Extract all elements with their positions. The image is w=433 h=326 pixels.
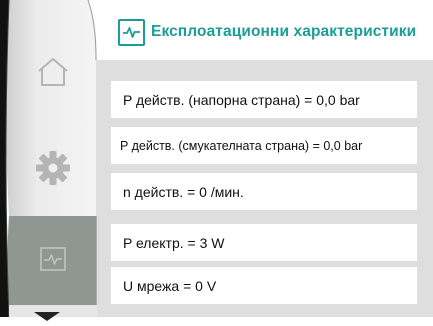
chevron-down-icon[interactable] — [34, 308, 60, 326]
value-label: P електр. = 3 W — [123, 234, 225, 251]
value-label: P действ. (смукателната страна) = 0,0 ba… — [120, 138, 363, 153]
value-label: U мрежа = 0 V — [123, 277, 217, 294]
value-label: n действ. = 0 /мин. — [123, 183, 244, 200]
nav-performance[interactable] — [9, 216, 97, 306]
performance-icon — [118, 18, 145, 46]
value-row-electrical-power[interactable]: P електр. = 3 W — [111, 224, 417, 261]
screen-header: Експлоатационни характеристики — [118, 18, 416, 46]
page-title: Експлоатационни характеристики — [151, 23, 417, 40]
home-icon — [36, 57, 70, 92]
value-row-suction-pressure[interactable]: P действ. (смукателната страна) = 0,0 ba… — [111, 127, 417, 164]
values-panel: P действ. (напорна страна) = 0,0 bar P д… — [97, 60, 433, 317]
gear-icon — [34, 149, 72, 192]
value-row-discharge-pressure[interactable]: P действ. (напорна страна) = 0,0 bar — [111, 81, 417, 118]
value-row-speed[interactable]: n действ. = 0 /мин. — [111, 173, 417, 210]
value-row-mains-voltage[interactable]: U мрежа = 0 V — [111, 267, 417, 304]
navigation-rail — [0, 0, 97, 321]
value-label: P действ. (напорна страна) = 0,0 bar — [123, 91, 360, 108]
performance-icon — [40, 246, 66, 276]
